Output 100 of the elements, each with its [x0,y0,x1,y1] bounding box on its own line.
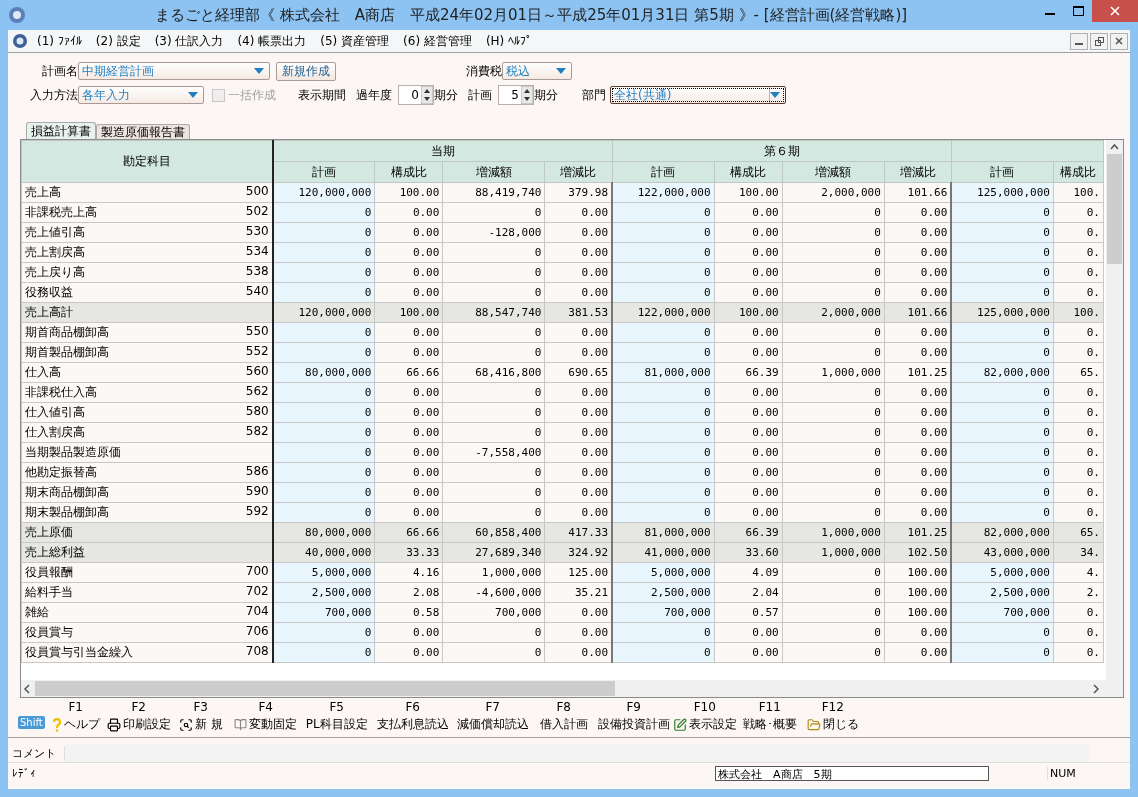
function-key-label: F6 [405,700,420,714]
account-cell: 役員賞与引当金繰入 708 [21,642,273,663]
function-key-button[interactable]: 設備投資計画 [597,716,670,733]
function-key-button[interactable]: 印刷設定 [106,716,171,733]
scrollbar-thumb[interactable] [35,681,615,696]
account-cell: 売上高計 [21,302,273,323]
column-header: 勘定科目 [21,140,273,183]
input-method-dropdown[interactable]: 各年入力 [78,86,204,104]
new-create-button[interactable]: 新規作成 [276,61,336,81]
spinner-arrows-icon[interactable] [521,86,533,104]
account-cell: 期首商品棚卸高 550 [21,322,273,343]
shift-indicator: Shift [18,716,45,729]
printer-icon [106,717,121,732]
field-label: 入力方法 [29,86,78,104]
minimize-button[interactable] [1070,32,1088,50]
function-key-button[interactable]: 新 規 [178,716,223,733]
field-label: 消費税 [466,62,502,80]
account-cell: 売上総利益 [21,542,273,563]
status-text: ﾚﾃﾞｨ [11,766,36,780]
past-periods-spinner[interactable]: 0 [398,85,434,105]
menu-item[interactable]: (5) 資産管理 [315,32,399,50]
menu-item[interactable]: (3) 仕訳入力 [149,32,233,50]
menu-item[interactable]: (H) ﾍﾙﾌﾟ [480,34,542,48]
plan-periods-spinner[interactable]: 5 [498,85,534,105]
question-mark-icon [51,717,62,732]
function-key-label: F7 [485,700,500,714]
function-key-label: F5 [329,700,344,714]
menu-item[interactable]: (2) 設定 [90,32,150,50]
account-cell: 売上戻り高 538 [21,262,273,283]
function-key-label: F8 [556,700,571,714]
note-icon [672,717,687,732]
function-key-label: F9 [626,700,641,714]
function-key-label: F12 [821,700,844,714]
account-cell: 給料手当 702 [21,582,273,603]
magnifier-icon [178,717,193,732]
account-cell: 雑給 704 [21,602,273,623]
account-cell: 他勘定振替高 586 [21,462,273,483]
account-cell: 売上値引高 530 [21,222,273,243]
account-cell: 売上割戻高 534 [21,242,273,263]
function-key-label: F1 [68,700,83,714]
field-label: 表示期間 [298,86,346,104]
account-cell: 当期製品製造原価 [21,442,273,463]
minimize-icon [1045,13,1055,15]
function-key-button[interactable]: 戦略･概要 [742,716,797,733]
dropdown-caret-icon [254,68,264,74]
menu-item[interactable]: (1) ﾌｧｲﾙ [32,34,91,48]
department-dropdown[interactable]: 全社(共通) [610,86,786,104]
account-cell: 仕入高 560 [21,362,273,383]
function-key-button[interactable]: 表示設定 [672,716,737,733]
tab[interactable]: 損益計算書 [26,122,96,139]
scrollbar-thumb[interactable] [1107,154,1122,264]
period-header: 当期 [272,140,612,162]
function-key-label: F2 [131,700,146,714]
account-cell: 役員報酬 700 [21,562,273,583]
close-icon [1110,6,1120,16]
field-label: 計画名 [41,62,78,80]
account-cell: 売上高 500 [21,182,273,203]
checkbox-label: 一括作成 [228,86,276,104]
account-cell: 非課税売上高 502 [21,202,273,223]
num-lock-indicator: NUM [1047,766,1130,780]
function-key-button[interactable]: 変動固定 [234,716,298,733]
account-cell: 非課税仕入高 562 [21,382,273,403]
account-cell: 期末製品棚卸高 592 [21,502,273,523]
function-key-button[interactable]: 閉じる [806,716,859,733]
menu-item[interactable]: (6) 経営管理 [398,32,481,50]
period-header: 第６期 [612,140,952,162]
plan-name-dropdown[interactable]: 中期経営計画 [78,62,270,80]
restore-icon [1094,36,1104,46]
function-key-label: F4 [258,700,273,714]
close-button[interactable] [1110,32,1128,50]
function-key-button[interactable]: PL科目設定 [305,716,368,733]
spinner-arrows-icon[interactable] [421,86,433,104]
function-key-button[interactable]: 借入計画 [539,716,588,733]
dropdown-caret-icon [770,92,780,98]
maximize-icon [1072,6,1084,16]
account-cell: 仕入値引高 580 [21,402,273,423]
function-key-button[interactable]: 支払利息読込 [376,716,449,733]
book-icon [234,718,248,731]
function-key-label: F10 [693,700,716,714]
function-key-label: F3 [193,700,208,714]
account-cell: 期末商品棚卸高 590 [21,482,273,503]
tax-dropdown[interactable]: 税込 [502,62,572,80]
dropdown-caret-icon [188,92,198,98]
account-cell: 役務収益 540 [21,282,273,303]
function-key-button[interactable]: 減価償却読込 [456,716,529,733]
restore-button[interactable] [1090,32,1108,50]
unit-label: 期分 [434,86,458,104]
comment-field[interactable] [65,744,1090,762]
unit-label: 期分 [534,86,558,104]
account-cell: 仕入割戻高 582 [21,422,273,443]
account-cell: 期首製品棚卸高 552 [21,342,273,363]
function-key-button[interactable]: ヘルプ [51,716,100,733]
account-cell: 売上原価 [21,522,273,543]
dropdown-caret-icon [556,68,566,74]
app-logo-icon[interactable] [12,33,28,49]
close-icon [1115,37,1123,45]
app-logo-icon [8,6,26,24]
account-cell: 役員賞与 706 [21,622,273,643]
menu-item[interactable]: (4) 帳票出力 [232,32,316,50]
tab[interactable]: 製造原価報告書 [96,124,190,139]
